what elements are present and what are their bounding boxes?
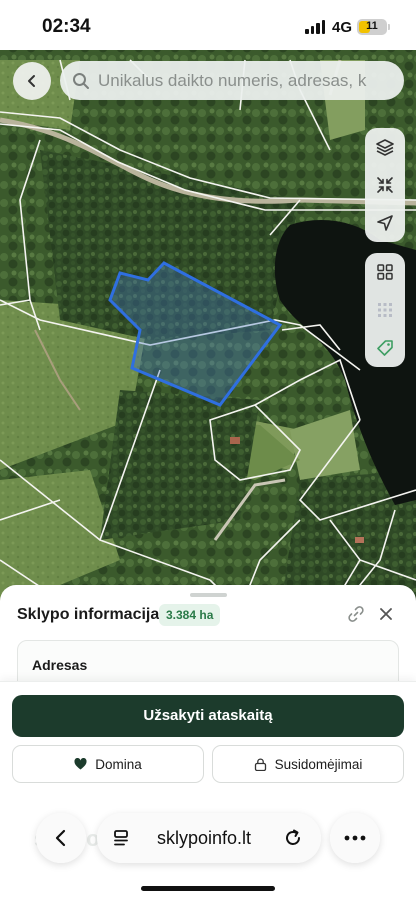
status-bar: 02:34 4G 11 (0, 0, 416, 50)
watchlist-button[interactable]: Susidomėjimai (212, 745, 404, 783)
area-badge: 3.384 ha (159, 604, 221, 626)
battery-level: 11 (366, 20, 378, 32)
close-icon[interactable] (378, 606, 394, 622)
more-options-button[interactable] (330, 813, 380, 863)
url-text: sklypoinfo.lt (157, 828, 252, 848)
parcels-layer-button[interactable] (365, 291, 405, 329)
lock-icon (254, 758, 266, 771)
favorite-label: Domina (95, 756, 142, 772)
back-button[interactable] (13, 62, 51, 100)
battery-icon: 11 (357, 19, 387, 35)
locate-arrow-icon (377, 215, 393, 231)
order-report-button[interactable]: Užsakyti ataskaitą (12, 695, 404, 737)
sheet-drag-handle[interactable] (190, 593, 227, 597)
cellular-signal-icon (305, 20, 327, 34)
sheet-title: Sklypo informacija (17, 606, 160, 623)
fit-bounds-button[interactable] (365, 166, 405, 204)
map-tools-top (365, 128, 405, 242)
search-bar[interactable] (60, 61, 404, 100)
locate-button[interactable] (365, 204, 405, 242)
search-input[interactable] (98, 61, 398, 100)
address-label: Adresas (32, 657, 88, 673)
chevron-left-icon (28, 75, 35, 87)
home-indicator (141, 886, 275, 891)
address-bar[interactable]: sklypoinfo.lt (97, 813, 321, 863)
watchlist-label: Susidomėjimai (274, 756, 363, 772)
tag-icon (377, 340, 393, 356)
collapse-arrows-icon (377, 177, 393, 193)
layers-icon (376, 139, 394, 156)
layers-button[interactable] (365, 128, 405, 166)
favorite-button[interactable]: Domina (12, 745, 204, 783)
satellite-map[interactable] (0, 50, 416, 610)
heart-icon (74, 758, 87, 770)
browser-toolbar: skypoinfo sklypoinfo.lt (0, 810, 416, 870)
clock: 02:34 (42, 16, 91, 37)
chevron-left-icon (55, 829, 66, 847)
search-icon (73, 73, 89, 89)
browser-back-button[interactable] (36, 813, 86, 863)
parcels-grid-icon (378, 303, 392, 317)
network-type: 4G (332, 19, 353, 36)
reload-icon[interactable] (283, 828, 303, 848)
page-menu-icon[interactable] (113, 829, 131, 847)
map-tools-bottom (365, 253, 405, 367)
tag-button[interactable] (365, 329, 405, 367)
grid-view-button[interactable] (365, 253, 405, 291)
link-icon[interactable] (347, 605, 365, 623)
more-horizontal-icon (344, 835, 366, 841)
grid-icon (377, 264, 393, 280)
